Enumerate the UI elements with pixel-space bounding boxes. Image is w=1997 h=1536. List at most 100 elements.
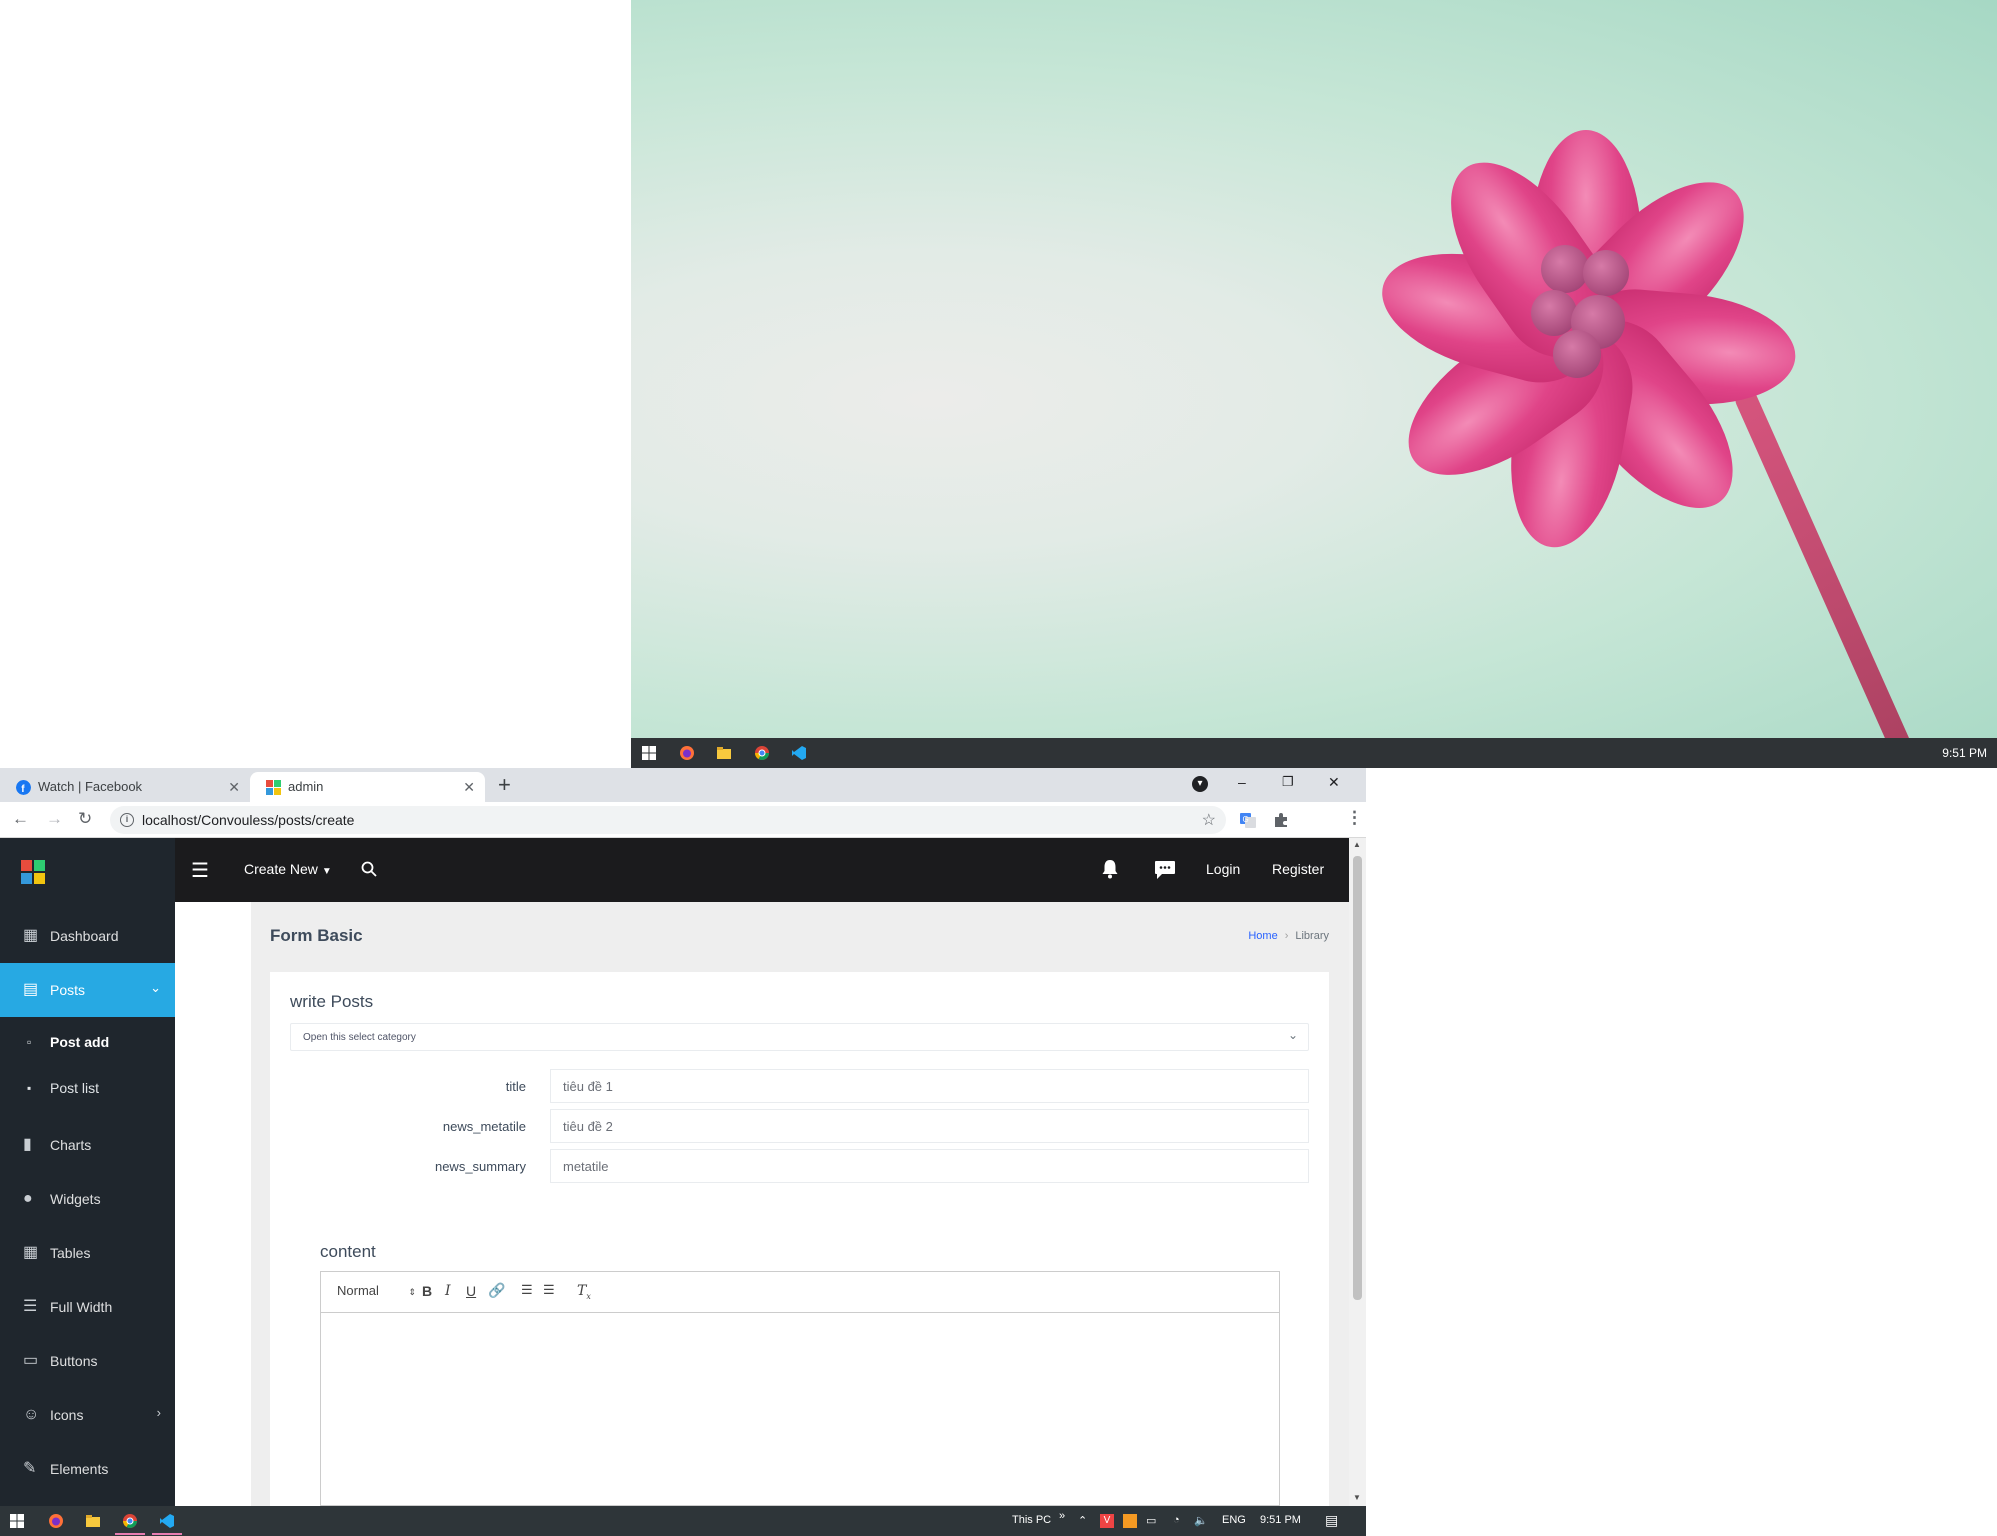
page-scrollbar[interactable]: ▲ ▼ — [1349, 838, 1366, 1506]
forward-icon[interactable]: → — [46, 809, 63, 829]
sidebar-item-posts[interactable]: ▤ Posts ⌄ — [0, 963, 175, 1017]
widgets-icon: ● — [23, 1190, 33, 1207]
italic-icon[interactable]: I — [445, 1283, 451, 1299]
search-icon[interactable] — [361, 861, 377, 877]
language-indicator[interactable]: ENG — [1222, 1514, 1246, 1526]
scroll-thumb[interactable] — [1353, 856, 1362, 1300]
restore-button[interactable]: ❐ — [1282, 774, 1294, 790]
vscode-icon[interactable] — [159, 1513, 175, 1529]
url-text[interactable]: localhost/Convouless/posts/create — [142, 812, 354, 828]
sidebar-item-full-width[interactable]: ☰ Full Width — [0, 1280, 175, 1334]
sidebar-subitem-post-add[interactable]: ▫ Post add — [0, 1019, 175, 1065]
news-metatile-input[interactable] — [550, 1109, 1309, 1143]
close-tab-icon[interactable]: ✕ — [228, 772, 240, 802]
sidebar-item-label: Widgets — [50, 1191, 101, 1207]
chrome-icon[interactable] — [122, 1513, 138, 1529]
bell-icon[interactable] — [1101, 859, 1119, 879]
firefox-icon[interactable] — [48, 1513, 64, 1529]
category-select[interactable]: Open this select category ⌄ — [290, 1023, 1309, 1051]
chrome-icon[interactable] — [754, 745, 770, 761]
taskbar-clock[interactable]: 9:51 PM — [1260, 1514, 1301, 1526]
card-title: write Posts — [290, 992, 374, 1011]
register-link[interactable]: Register — [1272, 861, 1324, 877]
svg-text:G: G — [1243, 815, 1249, 824]
close-tab-icon[interactable]: ✕ — [463, 772, 475, 802]
dashboard-icon: ▦ — [23, 927, 39, 944]
content-label: content — [320, 1242, 376, 1261]
windows-start-icon[interactable] — [641, 745, 657, 761]
tab-admin[interactable]: admin ✕ — [250, 772, 485, 802]
battery-icon[interactable]: ▭ — [1146, 1514, 1156, 1527]
wifi-icon[interactable]: ◔ — [1173, 1514, 1180, 1526]
toolbar-overflow-icon[interactable]: » — [1059, 1510, 1065, 1522]
editor-toolbar: Normal ⇕ B I U 🔗 ☰ ☰ Tx — [321, 1272, 1279, 1313]
this-pc-toolbar[interactable]: This PC — [1012, 1514, 1051, 1526]
close-window-button[interactable]: ✕ — [1328, 774, 1340, 791]
bookmark-star-icon[interactable]: ☆ — [1202, 810, 1216, 830]
login-link[interactable]: Login — [1206, 861, 1240, 877]
sidebar-item-label: Full Width — [50, 1299, 113, 1315]
site-info-icon[interactable]: i — [120, 813, 134, 827]
desktop-wallpaper: 9:51 PM — [631, 0, 1997, 768]
breadcrumb-home-link[interactable]: Home — [1248, 930, 1277, 942]
tab-strip: f Watch | Facebook ✕ admin ✕ + ▾ – ❐ ✕ — [0, 768, 1366, 802]
hamburger-menu-icon[interactable]: ☰ — [191, 858, 209, 883]
posts-icon: ▤ — [23, 981, 39, 998]
desktop-clock[interactable]: 9:51 PM — [1942, 746, 1987, 760]
tab-title: Watch | Facebook — [38, 779, 143, 794]
sidebar-item-label: Icons — [50, 1407, 84, 1423]
sidebar-item-elements[interactable]: ✎ Elements — [0, 1442, 175, 1496]
link-icon[interactable]: 🔗 — [488, 1283, 505, 1299]
sidebar-item-icons[interactable]: ☺ Icons › — [0, 1388, 175, 1442]
extensions-puzzle-icon[interactable] — [1272, 811, 1290, 829]
pink-flower-graphic — [1331, 90, 1831, 590]
tray-xampp-icon[interactable] — [1123, 1514, 1137, 1528]
bold-icon[interactable]: B — [422, 1283, 432, 1299]
speaker-muted-icon[interactable]: 🔈 — [1194, 1514, 1208, 1527]
sidebar-subitem-post-list[interactable]: ▪ Post list — [0, 1065, 175, 1111]
icons-icon: ☺ — [23, 1406, 40, 1423]
minimize-button[interactable]: – — [1238, 774, 1246, 790]
tray-app-icon[interactable]: V — [1100, 1514, 1114, 1528]
back-icon[interactable]: ← — [12, 809, 29, 829]
sidebar-item-label: Dashboard — [50, 928, 119, 944]
scroll-up-icon[interactable]: ▲ — [1353, 840, 1361, 849]
address-bar[interactable]: i localhost/Convouless/posts/create ☆ — [110, 806, 1226, 834]
sidebar-item-dashboard[interactable]: ▦ Dashboard — [0, 909, 175, 963]
form-row-title: title — [290, 1069, 1309, 1103]
reload-icon[interactable]: ↻ — [78, 809, 92, 829]
news-metatile-label: news_metatile — [442, 1119, 526, 1134]
brand-logo-icon[interactable] — [21, 860, 45, 884]
news-summary-input[interactable] — [550, 1149, 1309, 1183]
google-translate-icon[interactable]: G — [1239, 811, 1257, 829]
ordered-list-icon[interactable]: ☰ — [521, 1283, 533, 1298]
tab-facebook[interactable]: f Watch | Facebook ✕ — [0, 772, 250, 802]
sidebar-item-buttons[interactable]: ▭ Buttons — [0, 1334, 175, 1388]
action-center-icon[interactable]: ▤ — [1325, 1512, 1338, 1529]
show-hidden-icons-chevron-icon[interactable]: ⌃ — [1078, 1514, 1087, 1527]
chevron-down-icon: ⌄ — [1287, 1028, 1298, 1042]
sidebar-item-tables[interactable]: ▦ Tables — [0, 1226, 175, 1280]
vscode-icon[interactable] — [791, 745, 807, 761]
windows-start-icon[interactable] — [9, 1513, 25, 1529]
title-label: title — [505, 1079, 526, 1094]
sidebar-item-charts[interactable]: ▮ Charts — [0, 1118, 175, 1172]
new-tab-button[interactable]: + — [498, 772, 511, 798]
file-explorer-icon[interactable] — [716, 745, 732, 761]
firefox-icon[interactable] — [679, 745, 695, 761]
underline-icon[interactable]: U — [466, 1283, 476, 1299]
header-select[interactable]: Normal ⇕ — [337, 1283, 416, 1298]
tab-search-icon[interactable]: ▾ — [1192, 776, 1208, 792]
browser-window: f Watch | Facebook ✕ admin ✕ + ▾ – ❐ ✕ ←… — [0, 768, 1366, 1536]
title-input[interactable] — [550, 1069, 1309, 1103]
clear-format-icon[interactable]: Tx — [577, 1283, 591, 1301]
editor-body[interactable] — [321, 1314, 1279, 1505]
sidebar-item-label: Charts — [50, 1137, 92, 1153]
scroll-down-icon[interactable]: ▼ — [1353, 1493, 1361, 1502]
chat-icon[interactable] — [1154, 860, 1176, 880]
chrome-menu-icon[interactable]: ⋮ — [1346, 808, 1363, 828]
create-new-dropdown[interactable]: Create New ▼ — [244, 861, 332, 877]
sidebar-item-widgets[interactable]: ● Widgets — [0, 1172, 175, 1226]
bullet-list-icon[interactable]: ☰ — [543, 1283, 555, 1298]
file-explorer-icon[interactable] — [85, 1513, 101, 1529]
